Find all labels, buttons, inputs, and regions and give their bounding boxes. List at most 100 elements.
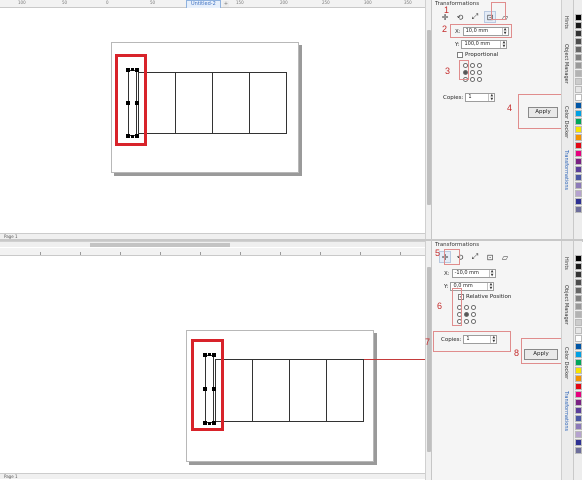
tab-object-manager[interactable]: Object Manager bbox=[563, 285, 569, 325]
tab-color-docker[interactable]: Color Docker bbox=[563, 347, 569, 379]
skew-icon[interactable]: ▱ bbox=[499, 251, 511, 263]
color-swatch[interactable] bbox=[575, 343, 582, 350]
tab-transformations[interactable]: Transformations bbox=[563, 391, 569, 431]
color-swatch[interactable] bbox=[575, 94, 582, 101]
scrollbar-thumb[interactable] bbox=[90, 243, 230, 247]
color-swatch[interactable] bbox=[575, 14, 582, 21]
color-swatch[interactable] bbox=[575, 158, 582, 165]
color-swatch[interactable] bbox=[575, 423, 582, 430]
color-swatch[interactable] bbox=[575, 335, 582, 342]
color-swatch[interactable] bbox=[575, 70, 582, 77]
color-swatch[interactable] bbox=[575, 279, 582, 286]
color-swatch[interactable] bbox=[575, 303, 582, 310]
color-swatch[interactable] bbox=[575, 38, 582, 45]
spin-arrows-icon[interactable]: ▲ ▼ bbox=[500, 40, 506, 48]
color-swatch[interactable] bbox=[575, 351, 582, 358]
color-swatch[interactable] bbox=[575, 118, 582, 125]
horizontal-scrollbar[interactable] bbox=[0, 241, 425, 247]
rectangle-object[interactable] bbox=[289, 359, 327, 422]
color-swatch[interactable] bbox=[575, 311, 582, 318]
horizontal-ruler[interactable] bbox=[0, 248, 431, 256]
color-swatch[interactable] bbox=[575, 263, 582, 270]
color-swatch[interactable] bbox=[575, 126, 582, 133]
color-swatch[interactable] bbox=[575, 182, 582, 189]
anchor-point[interactable] bbox=[464, 312, 469, 317]
rectangle-object[interactable] bbox=[252, 359, 290, 422]
anchor-point[interactable] bbox=[471, 312, 476, 317]
anchor-point[interactable] bbox=[464, 305, 469, 310]
anchor-point[interactable] bbox=[470, 70, 475, 75]
page-tab[interactable]: Page 1 bbox=[4, 474, 18, 479]
color-swatch[interactable] bbox=[575, 150, 582, 157]
color-swatch[interactable] bbox=[575, 22, 582, 29]
anchor-point[interactable] bbox=[464, 319, 469, 324]
color-swatch[interactable] bbox=[575, 271, 582, 278]
drawing-canvas[interactable]: Page 1 bbox=[0, 241, 431, 480]
relative-position-checkbox-row[interactable]: ✓ Relative Position bbox=[458, 294, 511, 300]
drawing-canvas[interactable]: 100 50 0 50 100 150 200 250 300 350 Unti… bbox=[0, 0, 431, 240]
color-swatch[interactable] bbox=[575, 431, 582, 438]
anchor-point[interactable] bbox=[470, 77, 475, 82]
x-input[interactable]: -10,0 mm ▲ ▼ bbox=[451, 269, 496, 278]
rectangle-object[interactable] bbox=[326, 359, 364, 422]
proportional-checkbox[interactable] bbox=[457, 52, 463, 58]
scale-icon[interactable]: ⤢ bbox=[469, 11, 481, 23]
color-swatch[interactable] bbox=[575, 54, 582, 61]
spin-arrows-icon[interactable]: ▲ ▼ bbox=[488, 93, 494, 101]
anchor-point[interactable] bbox=[477, 63, 482, 68]
color-swatch[interactable] bbox=[575, 134, 582, 141]
color-swatch[interactable] bbox=[575, 295, 582, 302]
color-swatch[interactable] bbox=[575, 447, 582, 454]
tab-transformations[interactable]: Transformations bbox=[563, 150, 569, 190]
rectangle-object[interactable] bbox=[175, 72, 213, 134]
color-swatch[interactable] bbox=[575, 30, 582, 37]
tab-object-manager[interactable]: Object Manager bbox=[563, 44, 569, 84]
page-navigator[interactable]: Page 1 bbox=[0, 473, 425, 479]
color-swatch[interactable] bbox=[575, 62, 582, 69]
color-swatch[interactable] bbox=[575, 359, 582, 366]
color-swatch[interactable] bbox=[575, 439, 582, 446]
add-document-icon[interactable]: + bbox=[223, 1, 229, 7]
anchor-point[interactable] bbox=[477, 70, 482, 75]
color-swatch[interactable] bbox=[575, 407, 582, 414]
color-swatch[interactable] bbox=[575, 383, 582, 390]
spin-arrows-icon[interactable]: ▲ ▼ bbox=[488, 269, 495, 277]
color-swatch[interactable] bbox=[575, 174, 582, 181]
copies-input[interactable]: 1 ▲ ▼ bbox=[465, 93, 496, 102]
color-swatch[interactable] bbox=[575, 415, 582, 422]
color-swatch[interactable] bbox=[575, 142, 582, 149]
color-swatch[interactable] bbox=[575, 198, 582, 205]
color-swatch[interactable] bbox=[575, 287, 582, 294]
color-swatch[interactable] bbox=[575, 367, 582, 374]
size-icon[interactable]: ⊡ bbox=[484, 251, 496, 263]
color-swatch[interactable] bbox=[575, 255, 582, 262]
document-tab[interactable]: Untitled-2 bbox=[186, 0, 221, 8]
color-swatch[interactable] bbox=[575, 399, 582, 406]
proportional-checkbox-row[interactable]: Proportional bbox=[457, 52, 498, 58]
anchor-point[interactable] bbox=[471, 305, 476, 310]
y-input[interactable]: 100,0 mm ▲ ▼ bbox=[461, 40, 508, 49]
color-swatch[interactable] bbox=[575, 46, 582, 53]
color-swatch[interactable] bbox=[575, 166, 582, 173]
color-swatch[interactable] bbox=[575, 327, 582, 334]
rectangle-object[interactable] bbox=[212, 72, 250, 134]
color-swatch[interactable] bbox=[575, 206, 582, 213]
tab-color-docker[interactable]: Color Docker bbox=[563, 106, 569, 138]
rotate-icon[interactable]: ⟲ bbox=[454, 11, 466, 23]
color-swatch[interactable] bbox=[575, 78, 582, 85]
color-swatch[interactable] bbox=[575, 391, 582, 398]
tab-hints[interactable]: Hints bbox=[563, 16, 569, 29]
anchor-point[interactable] bbox=[471, 319, 476, 324]
anchor-point[interactable] bbox=[470, 63, 475, 68]
scale-icon[interactable]: ⤢ bbox=[469, 251, 481, 263]
spin-arrows-icon[interactable]: ▲ ▼ bbox=[487, 282, 493, 290]
color-swatch[interactable] bbox=[575, 110, 582, 117]
tab-hints[interactable]: Hints bbox=[563, 257, 569, 270]
color-swatch[interactable] bbox=[575, 319, 582, 326]
color-swatch[interactable] bbox=[575, 375, 582, 382]
anchor-point[interactable] bbox=[477, 77, 482, 82]
color-swatch[interactable] bbox=[575, 102, 582, 109]
color-swatch[interactable] bbox=[575, 86, 582, 93]
rectangle-object[interactable] bbox=[249, 72, 287, 134]
color-swatch[interactable] bbox=[575, 190, 582, 197]
